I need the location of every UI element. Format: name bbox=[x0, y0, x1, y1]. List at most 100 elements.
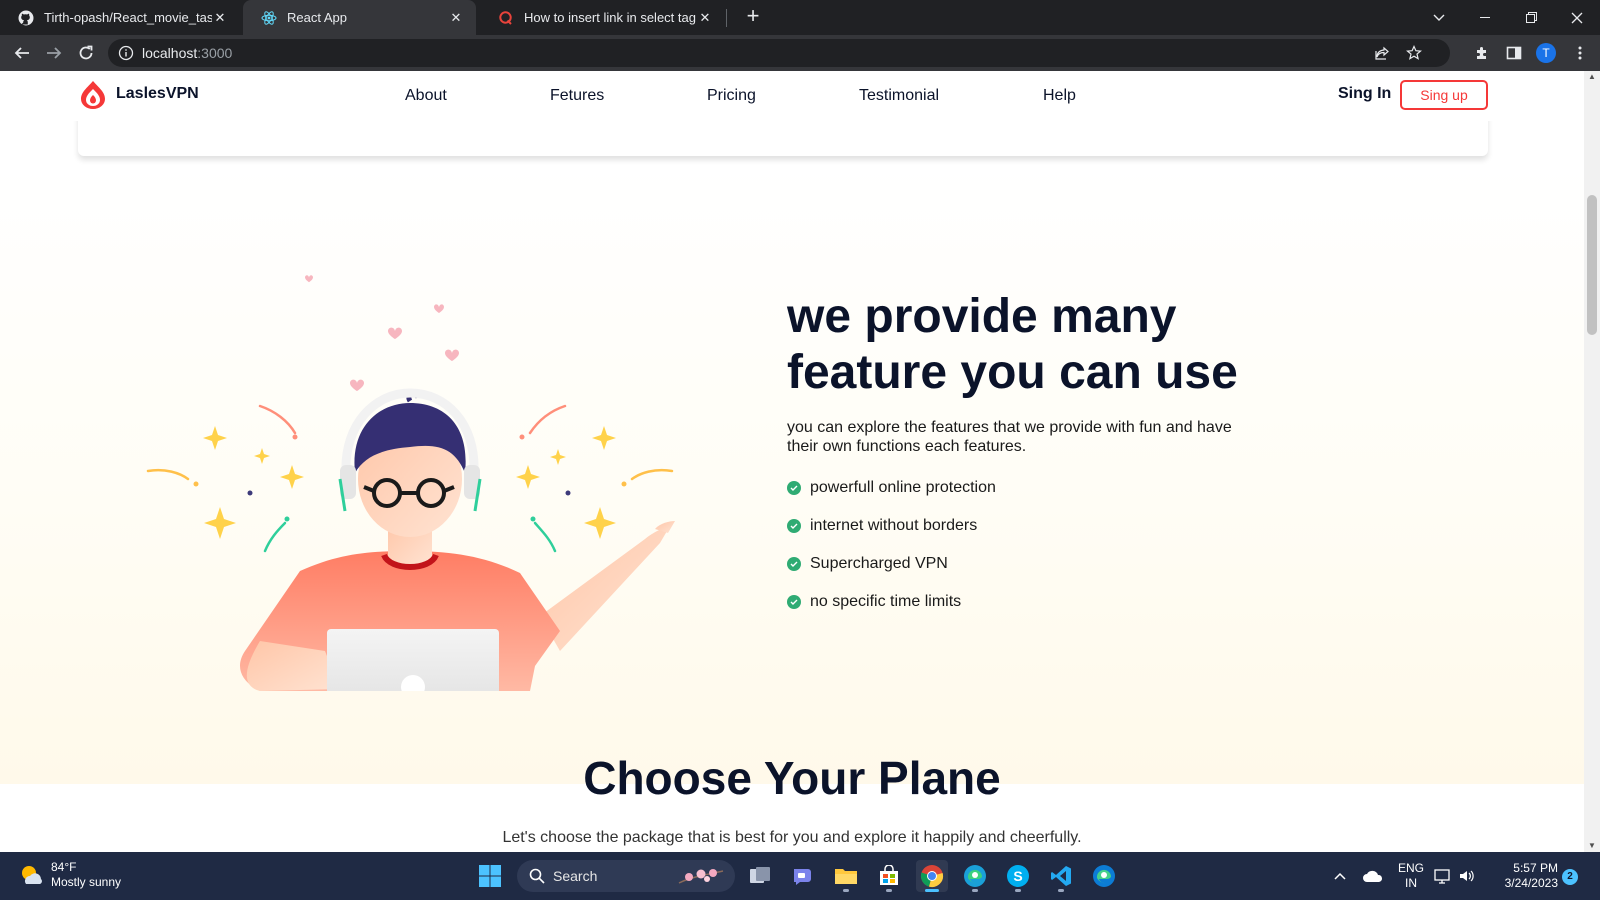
taskbar-task-view[interactable] bbox=[744, 860, 776, 892]
close-icon bbox=[1571, 12, 1583, 23]
taskbar-skype[interactable]: S bbox=[1002, 860, 1034, 892]
cloud-icon bbox=[1363, 870, 1383, 882]
star-icon bbox=[1406, 45, 1422, 60]
site-header: LaslesVPN About Fetures Pricing Testimon… bbox=[0, 71, 1584, 121]
close-icon[interactable]: ✕ bbox=[212, 10, 228, 26]
taskbar-search[interactable]: Search bbox=[517, 860, 735, 892]
profile-avatar[interactable]: T bbox=[1536, 43, 1556, 63]
vscode-icon bbox=[1051, 866, 1071, 886]
info-icon[interactable] bbox=[118, 45, 134, 61]
tab-quora[interactable]: How to insert link in select tag in ✕ bbox=[480, 0, 725, 35]
new-tab-button[interactable]: + bbox=[740, 4, 766, 30]
arrow-right-icon bbox=[47, 47, 62, 59]
clock-time: 5:57 PM bbox=[1513, 861, 1558, 875]
tab-strip: Tirth-opash/React_movie_task ✕ React App… bbox=[0, 0, 1600, 35]
nav-help[interactable]: Help bbox=[1043, 87, 1076, 105]
extensions-button[interactable] bbox=[1472, 43, 1492, 63]
taskbar-edge[interactable] bbox=[959, 860, 991, 892]
clock[interactable]: 5:57 PM 3/24/2023 bbox=[1488, 861, 1558, 891]
folder-icon bbox=[835, 869, 857, 884]
notification-badge[interactable]: 2 bbox=[1562, 869, 1578, 885]
teams-chat-icon bbox=[794, 869, 811, 885]
edge-icon bbox=[1093, 865, 1115, 887]
reload-button[interactable] bbox=[72, 39, 100, 67]
scroll-up-icon[interactable]: ▲ bbox=[1588, 73, 1596, 81]
back-button[interactable] bbox=[8, 39, 36, 67]
tab-github[interactable]: Tirth-opash/React_movie_task ✕ bbox=[0, 0, 240, 35]
page-scrollbar[interactable]: ▲ ▼ bbox=[1584, 71, 1600, 852]
windows-logo-icon bbox=[479, 865, 501, 887]
taskbar-file-explorer[interactable] bbox=[830, 860, 862, 892]
task-view-icon bbox=[750, 867, 770, 883]
url-text[interactable]: localhost:3000 bbox=[142, 45, 232, 61]
language-indicator[interactable]: ENG IN bbox=[1396, 861, 1426, 891]
nav-testimonial[interactable]: Testimonial bbox=[859, 87, 939, 105]
scroll-down-icon[interactable]: ▼ bbox=[1588, 842, 1596, 850]
sign-up-button[interactable]: Sing up bbox=[1400, 80, 1488, 110]
url-port: :3000 bbox=[197, 45, 233, 61]
network-button[interactable] bbox=[1432, 860, 1454, 892]
volume-button[interactable] bbox=[1456, 860, 1478, 892]
features-list: powerfull online protection internet wit… bbox=[787, 469, 1237, 621]
start-button[interactable] bbox=[474, 860, 506, 892]
more-vertical-icon bbox=[1578, 46, 1582, 60]
tab-title: Tirth-opash/React_movie_task bbox=[44, 10, 212, 25]
check-circle-icon bbox=[787, 519, 801, 533]
site-logo[interactable]: LaslesVPN bbox=[78, 79, 199, 109]
tab-separator bbox=[726, 9, 727, 27]
tab-title: How to insert link in select tag in bbox=[524, 10, 697, 25]
check-circle-icon bbox=[787, 481, 801, 495]
side-panel-button[interactable] bbox=[1504, 43, 1524, 63]
arrow-left-icon bbox=[14, 47, 29, 59]
feature-item: Supercharged VPN bbox=[787, 545, 1237, 583]
weather-widget[interactable]: 84°F Mostly sunny bbox=[18, 860, 121, 890]
share-button[interactable] bbox=[1372, 43, 1392, 63]
taskbar-edge-dev[interactable] bbox=[1088, 860, 1120, 892]
address-bar[interactable]: localhost:3000 bbox=[108, 39, 1450, 67]
github-icon bbox=[18, 10, 34, 25]
taskbar-teams[interactable] bbox=[787, 860, 819, 892]
person-with-laptop-illustration bbox=[146, 275, 675, 691]
nav-features[interactable]: Fetures bbox=[550, 87, 604, 105]
tab-react-app[interactable]: React App ✕ bbox=[243, 0, 476, 35]
chrome-icon bbox=[920, 865, 944, 888]
taskbar-vscode[interactable] bbox=[1045, 860, 1077, 892]
feature-item: powerfull online protection bbox=[787, 469, 1237, 507]
plans-subtitle: Let's choose the package that is best fo… bbox=[502, 829, 1082, 846]
features-heading: we provide many feature you can use bbox=[787, 289, 1307, 401]
chevron-down-icon bbox=[1433, 14, 1445, 21]
browser-menu-button[interactable] bbox=[1570, 43, 1590, 63]
check-circle-icon bbox=[787, 595, 801, 609]
nav-about[interactable]: About bbox=[405, 87, 447, 105]
logo-icon bbox=[81, 81, 105, 109]
sign-in-link[interactable]: Sing In bbox=[1338, 85, 1391, 103]
restore-button[interactable] bbox=[1508, 0, 1554, 35]
tab-title: React App bbox=[287, 10, 347, 25]
show-hidden-icons-button[interactable] bbox=[1324, 860, 1356, 892]
bookmark-button[interactable] bbox=[1404, 43, 1424, 63]
scrollbar-thumb[interactable] bbox=[1587, 195, 1597, 335]
minimize-icon bbox=[1480, 16, 1490, 18]
restore-icon bbox=[1525, 12, 1537, 23]
reload-icon bbox=[79, 45, 93, 60]
forward-button[interactable] bbox=[40, 39, 68, 67]
plans-heading: Choose Your Plane bbox=[583, 752, 1001, 804]
side-panel-icon bbox=[1506, 46, 1522, 60]
cherry-blossom-icon bbox=[678, 869, 724, 884]
weather-temperature: 84°F bbox=[51, 860, 77, 874]
sun-cloud-icon bbox=[18, 862, 44, 888]
close-icon[interactable]: ✕ bbox=[697, 10, 713, 26]
feature-item-label: no specific time limits bbox=[810, 593, 962, 610]
features-heading-line1: we provide many bbox=[787, 290, 1177, 343]
taskbar-chrome[interactable] bbox=[916, 860, 948, 892]
onedrive-button[interactable] bbox=[1357, 860, 1389, 892]
search-icon bbox=[529, 868, 545, 884]
tab-search-button[interactable] bbox=[1416, 0, 1462, 35]
nav-pricing[interactable]: Pricing bbox=[707, 87, 756, 105]
close-icon[interactable]: ✕ bbox=[448, 10, 464, 26]
close-window-button[interactable] bbox=[1554, 0, 1600, 35]
windows-taskbar: 84°F Mostly sunny Search S ENG IN 5:57 P… bbox=[0, 852, 1600, 900]
search-label: Search bbox=[553, 868, 598, 884]
taskbar-microsoft-store[interactable] bbox=[873, 860, 905, 892]
minimize-button[interactable] bbox=[1462, 0, 1508, 35]
